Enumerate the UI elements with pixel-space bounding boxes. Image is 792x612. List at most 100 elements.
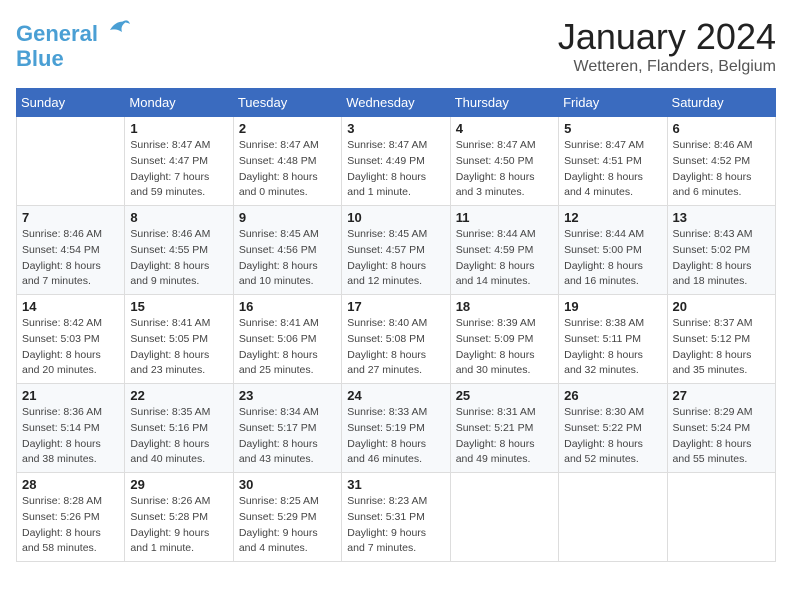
calendar-cell: 20 Sunrise: 8:37 AMSunset: 5:12 PMDayligh… — [667, 295, 775, 384]
day-number: 30 — [239, 477, 336, 492]
calendar-cell — [667, 473, 775, 562]
day-number: 3 — [347, 121, 444, 136]
day-details: Sunrise: 8:36 AMSunset: 5:14 PMDaylight:… — [22, 405, 119, 468]
day-number: 12 — [564, 210, 661, 225]
calendar-cell — [450, 473, 558, 562]
calendar-cell: 25Sunrise: 8:31 AMSunset: 5:21 PMDayligh… — [450, 384, 558, 473]
calendar-cell: 21Sunrise: 8:36 AMSunset: 5:14 PMDayligh… — [17, 384, 125, 473]
calendar-week-5: 28 Sunrise: 8:28 AMSunset: 5:26 PMDayligh… — [17, 473, 776, 562]
day-details: Sunrise: 8:30 AMSunset: 5:22 PMDaylight:… — [564, 405, 661, 468]
calendar-cell: 6 Sunrise: 8:46 AMSunset: 4:52 PMDaylight… — [667, 117, 775, 206]
day-number: 7 — [22, 210, 119, 225]
day-details: Sunrise: 8:47 AMSunset: 4:49 PMDaylight:… — [347, 138, 444, 201]
day-details: Sunrise: 8:40 AMSunset: 5:08 PMDaylight:… — [347, 316, 444, 379]
calendar-cell: 30 Sunrise: 8:25 AMSunset: 5:29 PMDayligh… — [233, 473, 341, 562]
calendar-cell — [17, 117, 125, 206]
day-details: Sunrise: 8:41 AMSunset: 5:05 PMDaylight:… — [130, 316, 227, 379]
day-number: 19 — [564, 299, 661, 314]
calendar-cell: 22 Sunrise: 8:35 AMSunset: 5:16 PMDayligh… — [125, 384, 233, 473]
day-details: Sunrise: 8:31 AMSunset: 5:21 PMDaylight:… — [456, 405, 553, 468]
day-details: Sunrise: 8:45 AMSunset: 4:56 PMDaylight:… — [239, 227, 336, 290]
logo-blue: Blue — [16, 47, 64, 71]
weekday-header-wednesday: Wednesday — [342, 89, 450, 117]
day-number: 29 — [130, 477, 227, 492]
day-number: 9 — [239, 210, 336, 225]
calendar-cell: 4 Sunrise: 8:47 AMSunset: 4:50 PMDaylight… — [450, 117, 558, 206]
logo-text: General — [16, 22, 98, 46]
day-number: 24 — [347, 388, 444, 403]
calendar-cell: 1 Sunrise: 8:47 AMSunset: 4:47 PMDaylight… — [125, 117, 233, 206]
calendar-cell: 18Sunrise: 8:39 AMSunset: 5:09 PMDayligh… — [450, 295, 558, 384]
day-details: Sunrise: 8:44 AMSunset: 4:59 PMDaylight:… — [456, 227, 553, 290]
weekday-header-monday: Monday — [125, 89, 233, 117]
calendar-cell: 29 Sunrise: 8:26 AMSunset: 5:28 PMDayligh… — [125, 473, 233, 562]
day-number: 11 — [456, 210, 553, 225]
calendar-cell — [559, 473, 667, 562]
calendar-cell: 7 Sunrise: 8:46 AMSunset: 4:54 PMDaylight… — [17, 206, 125, 295]
day-details: Sunrise: 8:47 AMSunset: 4:47 PMDaylight:… — [130, 138, 227, 201]
day-number: 22 — [130, 388, 227, 403]
day-number: 8 — [130, 210, 227, 225]
day-number: 17 — [347, 299, 444, 314]
day-details: Sunrise: 8:41 AMSunset: 5:06 PMDaylight:… — [239, 316, 336, 379]
day-number: 20 — [673, 299, 770, 314]
calendar-table: SundayMondayTuesdayWednesdayThursdayFrid… — [16, 88, 776, 562]
day-number: 27 — [673, 388, 770, 403]
day-details: Sunrise: 8:47 AMSunset: 4:48 PMDaylight:… — [239, 138, 336, 201]
day-number: 28 — [22, 477, 119, 492]
day-number: 2 — [239, 121, 336, 136]
calendar-cell: 31Sunrise: 8:23 AMSunset: 5:31 PMDayligh… — [342, 473, 450, 562]
day-number: 10 — [347, 210, 444, 225]
calendar-cell: 28 Sunrise: 8:28 AMSunset: 5:26 PMDayligh… — [17, 473, 125, 562]
logo: General Blue — [16, 16, 132, 71]
calendar-cell: 17 Sunrise: 8:40 AMSunset: 5:08 PMDayligh… — [342, 295, 450, 384]
day-details: Sunrise: 8:43 AMSunset: 5:02 PMDaylight:… — [673, 227, 770, 290]
calendar-cell: 10 Sunrise: 8:45 AMSunset: 4:57 PMDayligh… — [342, 206, 450, 295]
day-number: 14 — [22, 299, 119, 314]
calendar-cell: 16Sunrise: 8:41 AMSunset: 5:06 PMDayligh… — [233, 295, 341, 384]
calendar-cell: 11 Sunrise: 8:44 AMSunset: 4:59 PMDayligh… — [450, 206, 558, 295]
calendar-cell: 15Sunrise: 8:41 AMSunset: 5:05 PMDayligh… — [125, 295, 233, 384]
day-details: Sunrise: 8:29 AMSunset: 5:24 PMDaylight:… — [673, 405, 770, 468]
calendar-cell: 23 Sunrise: 8:34 AMSunset: 5:17 PMDayligh… — [233, 384, 341, 473]
calendar-cell: 2 Sunrise: 8:47 AMSunset: 4:48 PMDaylight… — [233, 117, 341, 206]
logo-bird-icon — [102, 12, 132, 49]
weekday-header-friday: Friday — [559, 89, 667, 117]
day-details: Sunrise: 8:47 AMSunset: 4:51 PMDaylight:… — [564, 138, 661, 201]
calendar-week-1: 1 Sunrise: 8:47 AMSunset: 4:47 PMDaylight… — [17, 117, 776, 206]
day-details: Sunrise: 8:26 AMSunset: 5:28 PMDaylight:… — [130, 494, 227, 557]
day-details: Sunrise: 8:25 AMSunset: 5:29 PMDaylight:… — [239, 494, 336, 557]
day-number: 26 — [564, 388, 661, 403]
day-details: Sunrise: 8:46 AMSunset: 4:52 PMDaylight:… — [673, 138, 770, 201]
day-details: Sunrise: 8:37 AMSunset: 5:12 PMDaylight:… — [673, 316, 770, 379]
day-number: 23 — [239, 388, 336, 403]
day-details: Sunrise: 8:47 AMSunset: 4:50 PMDaylight:… — [456, 138, 553, 201]
day-number: 5 — [564, 121, 661, 136]
calendar-cell: 19 Sunrise: 8:38 AMSunset: 5:11 PMDayligh… — [559, 295, 667, 384]
day-details: Sunrise: 8:46 AMSunset: 4:54 PMDaylight:… — [22, 227, 119, 290]
calendar-cell: 26 Sunrise: 8:30 AMSunset: 5:22 PMDayligh… — [559, 384, 667, 473]
day-details: Sunrise: 8:46 AMSunset: 4:55 PMDaylight:… — [130, 227, 227, 290]
weekday-header-tuesday: Tuesday — [233, 89, 341, 117]
month-title: January 2024 — [558, 16, 776, 58]
day-number: 13 — [673, 210, 770, 225]
calendar-cell: 5 Sunrise: 8:47 AMSunset: 4:51 PMDaylight… — [559, 117, 667, 206]
weekday-header-thursday: Thursday — [450, 89, 558, 117]
day-details: Sunrise: 8:38 AMSunset: 5:11 PMDaylight:… — [564, 316, 661, 379]
calendar-cell: 9 Sunrise: 8:45 AMSunset: 4:56 PMDaylight… — [233, 206, 341, 295]
calendar-cell: 13 Sunrise: 8:43 AMSunset: 5:02 PMDayligh… — [667, 206, 775, 295]
day-details: Sunrise: 8:28 AMSunset: 5:26 PMDaylight:… — [22, 494, 119, 557]
calendar-cell: 14Sunrise: 8:42 AMSunset: 5:03 PMDayligh… — [17, 295, 125, 384]
calendar-cell: 8 Sunrise: 8:46 AMSunset: 4:55 PMDaylight… — [125, 206, 233, 295]
day-number: 1 — [130, 121, 227, 136]
day-details: Sunrise: 8:34 AMSunset: 5:17 PMDaylight:… — [239, 405, 336, 468]
day-details: Sunrise: 8:35 AMSunset: 5:16 PMDaylight:… — [130, 405, 227, 468]
day-details: Sunrise: 8:44 AMSunset: 5:00 PMDaylight:… — [564, 227, 661, 290]
day-details: Sunrise: 8:45 AMSunset: 4:57 PMDaylight:… — [347, 227, 444, 290]
day-number: 6 — [673, 121, 770, 136]
page-header: General Blue January 2024 Wetteren, Flan… — [16, 16, 776, 76]
calendar-cell: 27 Sunrise: 8:29 AMSunset: 5:24 PMDayligh… — [667, 384, 775, 473]
calendar-week-2: 7 Sunrise: 8:46 AMSunset: 4:54 PMDaylight… — [17, 206, 776, 295]
calendar-week-4: 21Sunrise: 8:36 AMSunset: 5:14 PMDayligh… — [17, 384, 776, 473]
day-number: 4 — [456, 121, 553, 136]
